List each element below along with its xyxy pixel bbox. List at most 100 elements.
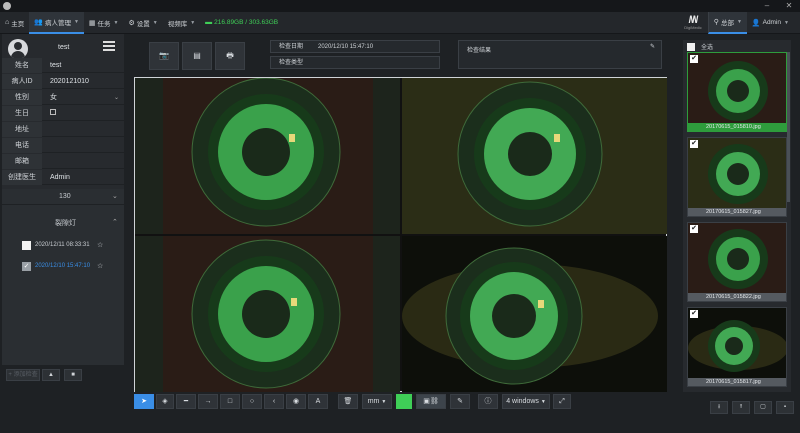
star-icon[interactable]: ☆ xyxy=(97,241,103,249)
text-tool-button[interactable]: A xyxy=(308,394,328,409)
checkbox-checked[interactable]: ✔ xyxy=(690,310,698,318)
menu-video-library[interactable]: 视频库 ▼ xyxy=(163,12,200,34)
hamburger-menu-icon[interactable] xyxy=(103,41,115,51)
thumbnail-item[interactable]: ✔ 20170615_015817.jpg xyxy=(687,307,787,387)
edit-pencil-icon[interactable]: ✎ xyxy=(650,41,655,53)
save-icon: ▢ xyxy=(760,404,766,410)
video-button[interactable]: ▤ xyxy=(182,42,212,70)
list-item[interactable]: ✓ 2020/12/10 15:47:10 ☆ xyxy=(2,260,124,274)
location-menu[interactable]: ⚲ 总部 ▼ xyxy=(707,11,747,34)
exam-list: 130 ⌄ 裂隙灯 ⌃ 2020/12/11 08:33:31 ☆ ✓ 2020… xyxy=(2,189,124,365)
link-toggle-button[interactable]: ▣⛓ xyxy=(416,394,446,409)
print-button[interactable]: 🖶 xyxy=(215,42,245,70)
scrollbar[interactable] xyxy=(787,52,790,202)
thumbnail-panel: 全选 ✔ 20170615_015810.jpg ✔ 20170615_0158… xyxy=(683,40,791,392)
checkbox[interactable] xyxy=(22,241,31,250)
video-icon: ▤ xyxy=(193,51,201,60)
patient-header-name: test xyxy=(58,44,70,51)
chevron-down-icon: ▼ xyxy=(73,18,79,25)
thumbnail-item[interactable]: ✔ 20170615_015822.jpg xyxy=(687,222,787,302)
info-button[interactable]: ⓘ xyxy=(478,394,498,409)
viewer-pane-2[interactable] xyxy=(402,78,667,234)
patient-id-value[interactable]: 2020121010 xyxy=(42,78,124,85)
list-item[interactable]: 2020/12/11 08:33:31 ☆ xyxy=(2,239,124,253)
trash-icon: 🗑 xyxy=(343,398,353,405)
exam-group-header[interactable]: 裂隙灯 ⌃ xyxy=(2,215,124,229)
doctor-value: Admin xyxy=(50,173,70,181)
line-tool-button[interactable]: ━ xyxy=(176,394,196,409)
menu-settings[interactable]: ⚙ 设置 ▼ xyxy=(123,12,162,34)
viewer-pane-1[interactable] xyxy=(135,78,400,234)
arrow-tool-button[interactable]: → xyxy=(198,394,218,409)
field-patient-id: 病人ID 2020121010 xyxy=(2,73,124,89)
save-button[interactable]: ▢ xyxy=(754,401,772,414)
upload-button[interactable]: ▲ xyxy=(42,369,60,381)
chevron-down-icon: ⌄ xyxy=(112,193,118,200)
eye-image xyxy=(135,236,400,392)
field-birthday: 生日 xyxy=(2,105,124,121)
layout-select[interactable]: 4 windows ▼ xyxy=(502,394,550,409)
add-exam-button[interactable]: + 添加检查 xyxy=(6,369,40,381)
delete-images-button[interactable]: ▪ xyxy=(776,401,794,414)
menu-home[interactable]: ⌂ 主页 xyxy=(0,12,29,34)
checkbox-checked[interactable]: ✔ xyxy=(690,225,698,233)
exam-count-row[interactable]: 130 ⌄ xyxy=(2,189,124,205)
eye-image xyxy=(402,78,667,234)
upload-icon: ⭱ xyxy=(739,404,743,410)
checkbox[interactable] xyxy=(687,42,695,51)
expand-icon: ⤢ xyxy=(559,398,565,405)
color-picker-button[interactable] xyxy=(396,394,412,409)
trash-icon: ▪ xyxy=(783,404,787,410)
exam-date-value: 2020/12/10 15:47:10 xyxy=(318,44,374,50)
thumbnail-item[interactable]: ✔ 20170615_015810.jpg xyxy=(687,52,787,132)
calendar-icon[interactable] xyxy=(50,109,56,115)
title-bar: – ✕ xyxy=(0,0,800,12)
eye-image xyxy=(135,78,400,234)
camera-button[interactable]: 📷 xyxy=(149,42,179,70)
user-menu[interactable]: 👤 Admin ▼ xyxy=(747,12,794,34)
minimize-button[interactable]: – xyxy=(756,0,778,12)
unit-select[interactable]: mm ▼ xyxy=(362,394,392,409)
export-button[interactable]: ⭱ xyxy=(732,401,750,414)
brush-icon: ✎ xyxy=(457,398,463,405)
circle-tool-button[interactable]: ○ xyxy=(242,394,262,409)
viewer-pane-4[interactable] xyxy=(402,236,667,392)
chevron-down-icon: ▼ xyxy=(381,399,387,405)
field-gender[interactable]: 性别女 ⌄ xyxy=(2,89,124,105)
link-icon: ▣⛓ xyxy=(423,398,439,405)
menu-patient-management[interactable]: 👥 病人管理 ▼ xyxy=(29,11,84,34)
angle-tool-button[interactable]: ‹ xyxy=(264,394,284,409)
exam-type-row: 检查类型 xyxy=(270,56,440,69)
eye-tool-button[interactable]: ◉ xyxy=(286,394,306,409)
cursor-icon: ➤ xyxy=(141,398,147,405)
image-viewer[interactable] xyxy=(134,77,667,392)
select-tool-button[interactable]: ➤ xyxy=(134,394,154,409)
brush-tool-button[interactable]: ✎ xyxy=(450,394,470,409)
checkbox-checked[interactable]: ✔ xyxy=(690,140,698,148)
field-phone: 电话 xyxy=(2,137,124,153)
import-button[interactable]: ⭳ xyxy=(710,401,728,414)
eye-thumbnail xyxy=(688,53,786,131)
checkbox-checked[interactable]: ✓ xyxy=(22,262,31,271)
checkbox-checked[interactable]: ✔ xyxy=(690,55,698,63)
brand-mark-icon: /\/\/ xyxy=(688,14,699,26)
name-value[interactable]: test xyxy=(42,62,124,69)
select-all[interactable]: 全选 xyxy=(687,42,713,51)
thumbnail-item[interactable]: ✔ 20170615_015827.jpg xyxy=(687,137,787,217)
gear-icon: ⚙ xyxy=(128,19,135,27)
eraser-tool-button[interactable]: ◈ xyxy=(156,394,174,409)
star-icon[interactable]: ☆ xyxy=(97,262,103,270)
download-icon: ⭳ xyxy=(717,404,721,410)
viewer-pane-3[interactable] xyxy=(135,236,400,392)
delete-button[interactable]: ■ xyxy=(64,369,82,381)
close-button[interactable]: ✕ xyxy=(778,0,800,12)
fullscreen-button[interactable]: ⤢ xyxy=(553,394,571,409)
eraser-icon: ◈ xyxy=(162,398,168,405)
delete-annotation-button[interactable]: 🗑 xyxy=(338,394,358,409)
chevron-down-icon: ▼ xyxy=(152,19,158,26)
menu-tasks[interactable]: ▦ 任务 ▼ xyxy=(84,12,124,34)
users-icon: 👥 xyxy=(34,18,43,26)
arrow-right-icon: → xyxy=(204,398,212,405)
circle-icon: ○ xyxy=(249,398,255,405)
rectangle-tool-button[interactable]: □ xyxy=(220,394,240,409)
